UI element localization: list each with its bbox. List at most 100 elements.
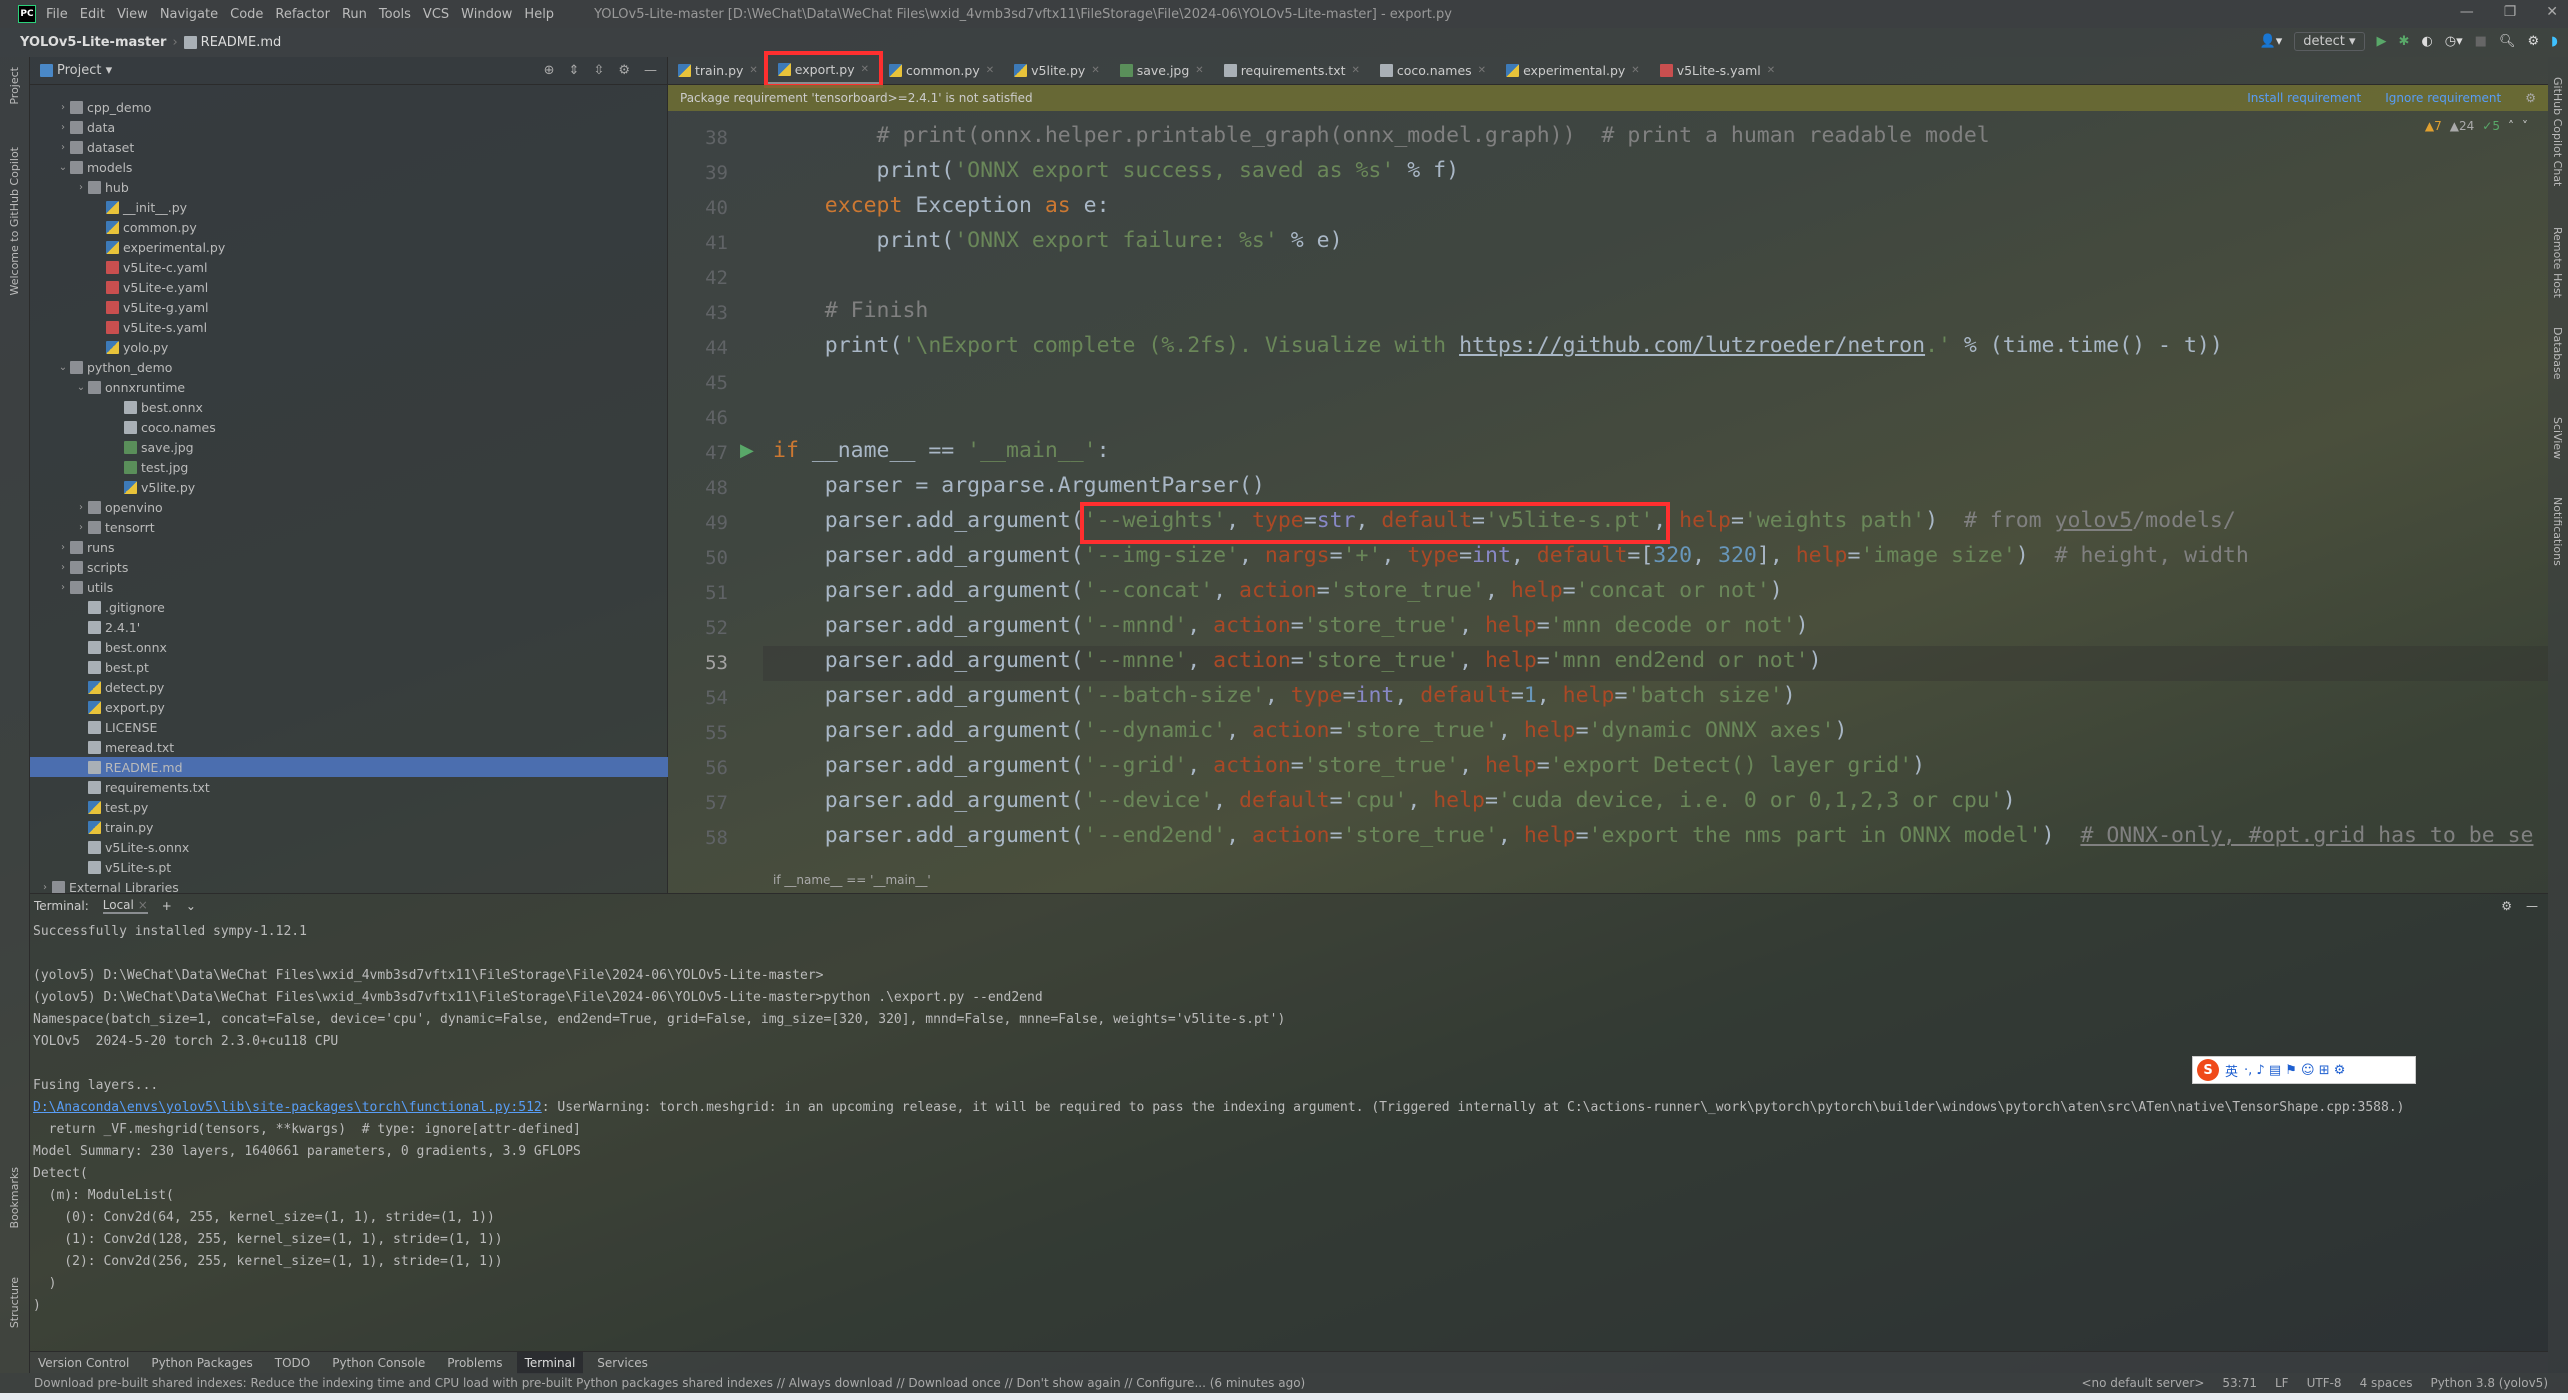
remote-host-tool-button[interactable]: Remote Host (2551, 227, 2564, 298)
chevron-icon[interactable]: ⌄ (56, 362, 70, 373)
tree-item[interactable]: v5Lite-g.yaml (92, 297, 209, 317)
close-tab-icon[interactable]: ✕ (1767, 65, 1775, 76)
chevron-icon[interactable]: ⌄ (56, 162, 70, 173)
tool-window-services[interactable]: Services (589, 1352, 656, 1374)
tab-v5lite-s-yaml[interactable]: v5Lite-s.yaml ✕ (1650, 57, 1785, 85)
code-line[interactable]: parser.add_argument('--concat', action='… (773, 578, 1783, 603)
tree-item[interactable]: v5Lite-c.yaml (92, 257, 207, 277)
hide-icon[interactable]: — (644, 63, 657, 78)
project-view-select[interactable]: Project ▾ (57, 63, 112, 78)
tab-experimental-py[interactable]: experimental.py ✕ (1496, 57, 1650, 85)
close-tab-icon[interactable]: ✕ (1195, 65, 1203, 76)
copilot-welcome-tool-button[interactable]: Welcome to GitHub Copilot (8, 147, 21, 296)
tree-item[interactable]: best.onnx (110, 397, 203, 417)
menu-help[interactable]: Help (524, 7, 554, 22)
collapse-all-icon[interactable]: ⇳ (593, 63, 604, 78)
code-line[interactable]: # Finish (773, 298, 929, 323)
menu-file[interactable]: File (46, 7, 68, 22)
run-icon[interactable]: ▶ (2377, 34, 2387, 49)
locate-icon[interactable]: ⊕ (544, 63, 555, 78)
code-link[interactable]: https://github.com/lutzroeder/netron (1459, 333, 1925, 358)
project-tool-button[interactable]: Project (8, 67, 21, 105)
tree-item[interactable]: ⌄ python_demo (56, 357, 173, 377)
tree-item[interactable]: best.pt (74, 657, 149, 677)
tab-v5lite-py[interactable]: v5lite.py ✕ (1004, 57, 1110, 85)
coverage-icon[interactable]: ◐ (2421, 34, 2432, 49)
code-line[interactable]: parser.add_argument('--dynamic', action=… (773, 718, 1848, 743)
tree-item[interactable]: coco.names (110, 417, 216, 437)
tree-item[interactable]: › runs (56, 537, 115, 557)
tree-item[interactable]: yolo.py (92, 337, 168, 357)
expand-all-icon[interactable]: ⇕ (569, 63, 580, 78)
code-line[interactable]: if __name__ == '__main__': (773, 438, 1110, 463)
tool-window-version-control[interactable]: Version Control (30, 1352, 137, 1374)
breadcrumb-file[interactable]: README.md (201, 35, 282, 50)
tree-item[interactable]: test.jpg (110, 457, 188, 477)
tree-item[interactable]: meread.txt (74, 737, 174, 757)
chevron-icon[interactable]: › (74, 502, 88, 513)
weak-warning-count[interactable]: ▲24 (2450, 119, 2475, 133)
user-icon[interactable]: 👤▾ (2260, 34, 2283, 49)
close-tab-icon[interactable]: ✕ (1631, 65, 1639, 76)
bookmarks-tool-button[interactable]: Bookmarks (8, 1167, 21, 1228)
code-line[interactable]: parser.add_argument('--mnnd', action='st… (773, 613, 1809, 638)
chevron-icon[interactable]: › (38, 882, 52, 893)
chevron-icon[interactable]: › (56, 122, 70, 133)
tree-item[interactable]: ⌄ onnxruntime (74, 377, 185, 397)
tree-item[interactable]: 2.4.1' (74, 617, 140, 637)
profile-icon[interactable]: ◷▾ (2445, 34, 2463, 49)
tree-item[interactable]: LICENSE (74, 717, 157, 737)
tab-requirements-txt[interactable]: requirements.txt ✕ (1214, 57, 1370, 85)
close-tab-icon[interactable]: ✕ (986, 65, 994, 76)
tree-item[interactable]: › cpp_demo (56, 97, 151, 117)
menu-code[interactable]: Code (230, 7, 263, 22)
chevron-icon[interactable]: › (56, 582, 70, 593)
tree-item[interactable]: detect.py (74, 677, 164, 697)
tree-item[interactable]: ⌄ models (56, 157, 133, 177)
gear-icon[interactable]: ⚙ (618, 63, 630, 78)
tree-item[interactable]: v5Lite-e.yaml (92, 277, 208, 297)
settings-icon[interactable]: ⚙ (2527, 34, 2539, 49)
stop-icon[interactable]: ■ (2475, 34, 2487, 49)
tree-item[interactable]: › utils (56, 577, 113, 597)
structure-tool-button[interactable]: Structure (8, 1277, 21, 1328)
tree-item[interactable]: common.py (92, 217, 197, 237)
menu-navigate[interactable]: Navigate (160, 7, 218, 22)
tree-item[interactable]: experimental.py (92, 237, 225, 257)
new-terminal-icon[interactable]: + (162, 899, 172, 913)
chevron-icon[interactable]: › (56, 562, 70, 573)
tab-save-jpg[interactable]: save.jpg ✕ (1110, 57, 1214, 85)
jetbrains-toolbox-icon[interactable]: ◗ (2551, 34, 2558, 49)
tree-item[interactable]: › tensorrt (74, 517, 155, 537)
ime-tools[interactable]: ·, ♪ ▤ ⚑ ☺ ⊞ ⚙ (2244, 1063, 2345, 1078)
status-item[interactable]: <no default server> (2081, 1376, 2204, 1390)
tree-item[interactable]: › dataset (56, 137, 134, 157)
terminal-hide-icon[interactable]: — (2526, 899, 2538, 913)
terminal-gear-icon[interactable]: ⚙ (2501, 899, 2512, 913)
close-tab-icon[interactable]: ✕ (749, 65, 757, 76)
menu-vcs[interactable]: VCS (423, 7, 449, 22)
tab-common-py[interactable]: common.py ✕ (879, 57, 1004, 85)
tree-item[interactable]: export.py (74, 697, 165, 717)
chevron-icon[interactable]: › (56, 102, 70, 113)
tree-item[interactable]: v5Lite-s.onnx (74, 837, 189, 857)
tree-item[interactable]: save.jpg (110, 437, 194, 457)
status-message[interactable]: Download pre-built shared indexes: Reduc… (34, 1376, 1305, 1390)
terminal-dropdown-icon[interactable]: ⌄ (186, 899, 196, 913)
code-line[interactable]: print('ONNX export success, saved as %s'… (773, 158, 1460, 183)
ime-toolbar[interactable]: S 英 ·, ♪ ▤ ⚑ ☺ ⊞ ⚙ (2192, 1056, 2416, 1084)
close-button[interactable]: ✕ (2546, 4, 2558, 20)
tab-train-py[interactable]: train.py ✕ (668, 57, 768, 85)
notifications-tool-button[interactable]: Notifications (2551, 497, 2564, 566)
code-line[interactable]: parser.add_argument('--device', default=… (773, 788, 2016, 813)
code-line[interactable]: parser.add_argument('--img-size', nargs=… (773, 543, 2249, 568)
chevron-icon[interactable]: › (56, 142, 70, 153)
menu-run[interactable]: Run (342, 7, 367, 22)
status-item[interactable]: 53:71 (2222, 1376, 2257, 1390)
tool-window-problems[interactable]: Problems (439, 1352, 510, 1374)
database-tool-button[interactable]: Database (2551, 327, 2564, 380)
code-line[interactable]: parser.add_argument('--end2end', action=… (773, 823, 2534, 848)
breadcrumb-project[interactable]: YOLOv5-Lite-master (20, 35, 166, 50)
banner-gear-icon[interactable]: ⚙ (2525, 91, 2536, 105)
code-breadcrumb[interactable]: if __name__ == '__main__' (773, 871, 931, 889)
